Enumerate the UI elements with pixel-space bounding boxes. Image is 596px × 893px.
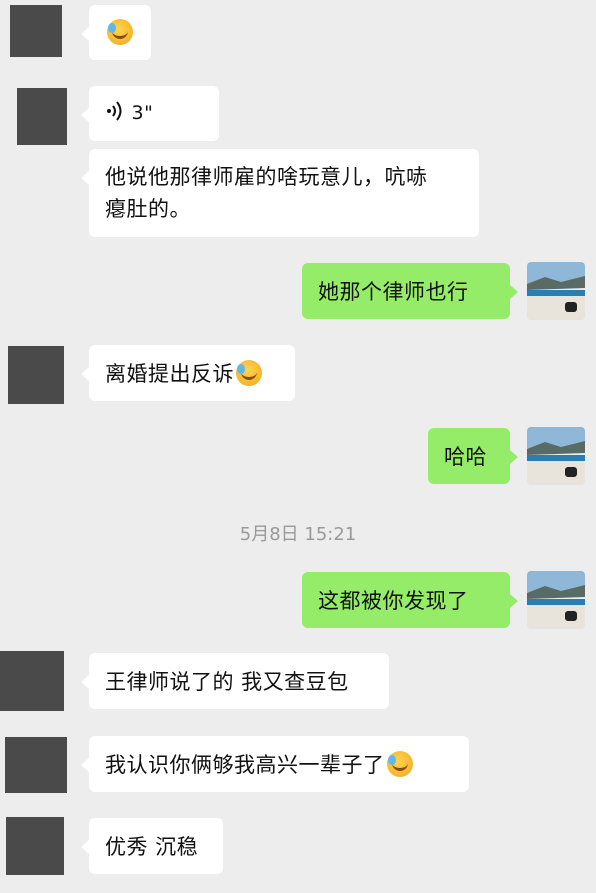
message-bubble[interactable]: 离婚提出反诉 xyxy=(81,345,295,401)
message-bubble[interactable]: 王律师说了的 我又查豆包 xyxy=(81,653,389,709)
message-text: 哈哈 xyxy=(444,445,487,469)
contact-avatar[interactable] xyxy=(5,737,67,793)
message-bubble-outgoing[interactable]: 哈哈 xyxy=(428,428,518,484)
my-avatar[interactable] xyxy=(527,571,585,629)
message-bubble-outgoing[interactable]: 这都被你发现了 xyxy=(302,572,518,628)
timestamp: 5月8日 15:21 xyxy=(239,524,357,545)
voice-wave-icon xyxy=(105,99,125,123)
message-text-line: 他说他那律师雇的啥玩意儿，吭哧 xyxy=(105,165,428,189)
message-text: 这都被你发现了 xyxy=(318,589,469,613)
my-avatar[interactable] xyxy=(527,427,585,485)
message-bubble-emoji[interactable] xyxy=(81,5,151,60)
voice-message-bubble[interactable]: 3" xyxy=(81,86,219,141)
face-with-tears-of-joy-icon xyxy=(107,19,133,45)
contact-avatar[interactable] xyxy=(10,5,62,57)
contact-avatar[interactable] xyxy=(17,88,67,145)
message-text: 离婚提出反诉 xyxy=(105,362,234,386)
my-avatar[interactable] xyxy=(527,262,585,320)
message-bubble[interactable]: 优秀 沉稳 xyxy=(81,818,223,874)
contact-avatar[interactable] xyxy=(0,651,64,711)
face-with-tears-of-joy-icon xyxy=(236,360,262,386)
face-with-tears-of-joy-icon xyxy=(386,751,413,777)
message-text: 王律师说了的 我又查豆包 xyxy=(105,670,349,694)
contact-avatar[interactable] xyxy=(8,346,64,404)
message-bubble[interactable]: 我认识你俩够我高兴一辈子了 xyxy=(81,736,469,792)
contact-avatar[interactable] xyxy=(6,817,64,875)
voice-duration: 3" xyxy=(131,102,154,124)
message-text-line: 瘪肚的。 xyxy=(105,197,191,221)
message-text: 我认识你俩够我高兴一辈子了 xyxy=(105,753,385,777)
message-text: 她那个律师也行 xyxy=(318,280,469,304)
message-bubble-outgoing[interactable]: 她那个律师也行 xyxy=(302,263,518,319)
message-text: 优秀 沉稳 xyxy=(105,835,199,859)
message-bubble[interactable]: 他说他那律师雇的啥玩意儿，吭哧 瘪肚的。 xyxy=(81,149,479,237)
